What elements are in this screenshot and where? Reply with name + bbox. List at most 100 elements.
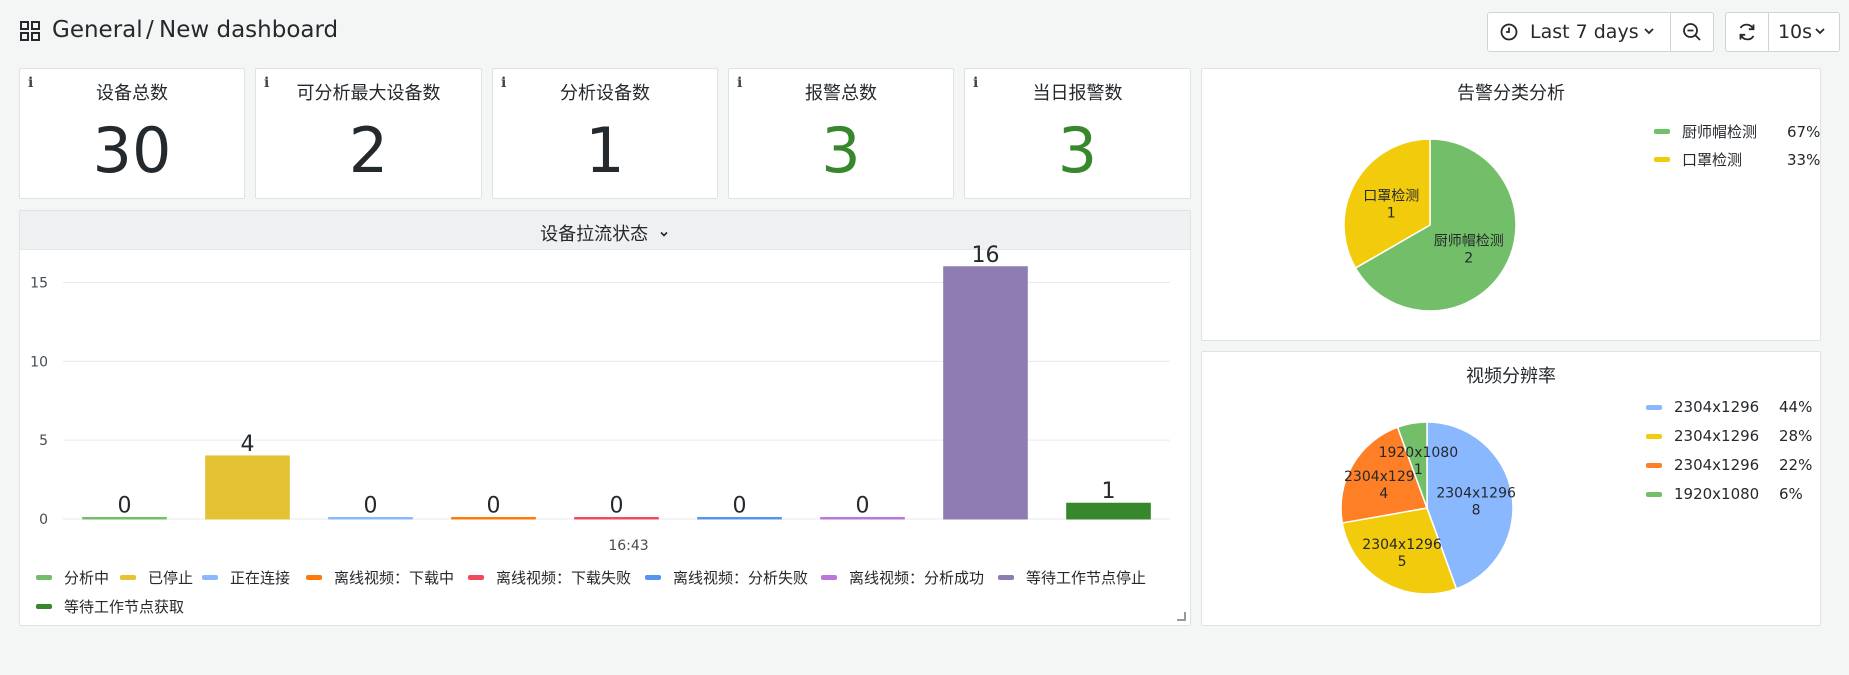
breadcrumb-separator: / (146, 17, 154, 43)
bar[interactable] (205, 455, 290, 520)
bar-value-label: 0 (856, 494, 870, 519)
legend-label: 离线视频：分析失败 (673, 569, 809, 587)
legend-item[interactable]: 厨师帽检测 67% (1654, 121, 1824, 142)
bar-value-label: 0 (364, 494, 378, 519)
alarm-category-panel[interactable]: 告警分类分析 厨师帽检测 2 口罩检测 1 厨师帽检测 67% 口罩检测 33% (1201, 68, 1821, 341)
pie-slice-name: 1920x1080 (1379, 445, 1459, 461)
legend-percent: 33% (1787, 150, 1821, 169)
x-tick-label: 16:43 (608, 538, 648, 554)
video-resolution-panel[interactable]: 视频分辨率 2304x1296 8 2304x1296 5 2304x1296 4 1920… (1201, 351, 1821, 626)
pie-slice-value: 2 (1464, 250, 1473, 266)
legend-label: 等待工作节点停止 (1026, 569, 1147, 587)
zoom-out-button[interactable] (1670, 12, 1714, 52)
legend-percent: 44% (1779, 398, 1813, 416)
legend-item[interactable]: 等待工作节点获取 (36, 596, 184, 617)
stat-title: 当日报警数 (1032, 83, 1123, 104)
stat-panel-alarm-total[interactable]: i 报警总数 3 (728, 68, 954, 199)
legend-item[interactable]: 分析中 (36, 567, 109, 588)
device-stream-status-panel[interactable]: 设备拉流状态 0 5 10 15 0 4 0 0 0 0 0 16 1 16:43 分析中 已停止 正在连接离… (19, 210, 1191, 626)
pie-slice-name: 厨师帽检测 (1434, 233, 1504, 249)
time-range-picker[interactable]: Last 7 days (1487, 12, 1671, 52)
legend-label: 口罩检测 (1682, 151, 1743, 169)
bar[interactable] (943, 266, 1028, 520)
y-tick-label: 10 (30, 354, 48, 370)
bar-value-label: 0 (118, 494, 132, 519)
stat-title: 报警总数 (805, 83, 877, 104)
clock-icon (1500, 23, 1518, 41)
legend-swatch (1654, 129, 1670, 134)
stat-panel-today-alarms[interactable]: i 当日报警数 3 (964, 68, 1191, 199)
resize-handle[interactable] (1177, 612, 1186, 621)
legend-item[interactable]: 2304x1296 44% (1646, 398, 1816, 416)
stat-value: 3 (821, 114, 861, 187)
pie-slice-name: 2304x1296 (1436, 485, 1516, 501)
y-tick-label: 15 (30, 276, 48, 292)
legend-item[interactable]: 1920x1080 6% (1646, 485, 1816, 503)
legend-swatch (468, 575, 484, 580)
legend-label: 离线视频：下载失败 (496, 569, 632, 587)
legend-swatch (1646, 462, 1662, 468)
legend-item[interactable]: 离线视频：下载失败 (468, 567, 631, 588)
legend-item[interactable]: 2304x1296 22% (1646, 456, 1816, 474)
refresh-button[interactable] (1725, 12, 1769, 52)
zoom-out-icon (1683, 23, 1701, 41)
legend-swatch (306, 575, 322, 580)
breadcrumb-folder[interactable]: General (52, 17, 143, 43)
stat-panel-max-analyzable[interactable]: i 可分析最大设备数 2 (255, 68, 482, 199)
top-bar: General / New dashboard Last 7 days 10s (0, 0, 1849, 64)
legend-swatch (36, 604, 52, 609)
y-tick-label: 5 (39, 433, 48, 449)
legend-swatch (1654, 157, 1670, 162)
legend-label: 2304x1296 (1674, 398, 1760, 416)
legend-swatch (120, 575, 136, 580)
bar-value-label: 0 (733, 494, 747, 519)
dashboard-title[interactable]: New dashboard (159, 17, 338, 43)
bar-value-label: 0 (610, 494, 624, 519)
pie-slice-value: 8 (1472, 502, 1481, 518)
pie-slice-value: 4 (1379, 486, 1388, 502)
alarm-pie-chart: 厨师帽检测2 口罩检测1 (1343, 138, 1517, 312)
refresh-interval-label: 10s (1777, 21, 1813, 43)
legend-percent: 67% (1787, 122, 1821, 141)
legend-item[interactable]: 正在连接 (202, 567, 290, 588)
stat-panel-analyzing-devices[interactable]: i 分析设备数 1 (492, 68, 718, 199)
stat-title: 可分析最大设备数 (296, 83, 441, 104)
legend-swatch (1646, 433, 1662, 439)
stat-title: 设备总数 (96, 83, 168, 104)
pie-slice-name: 口罩检测 (1363, 189, 1419, 205)
legend-swatch (1646, 404, 1662, 410)
bar-chart: 0 5 10 15 0 4 0 0 0 0 0 16 1 16:43 (30, 243, 1170, 554)
legend-item[interactable]: 等待工作节点停止 (998, 567, 1146, 588)
legend-label: 2304x1296 (1674, 456, 1760, 474)
legend-item[interactable]: 2304x1296 28% (1646, 427, 1816, 445)
legend-swatch (36, 575, 52, 580)
bar-value-label: 16 (972, 243, 1000, 268)
legend-item[interactable]: 口罩检测 33% (1654, 149, 1824, 170)
pie-slice-value: 5 (1398, 554, 1407, 570)
legend-swatch (202, 575, 218, 580)
legend-swatch (645, 575, 661, 580)
legend-percent: 28% (1779, 427, 1813, 445)
bar[interactable] (1066, 502, 1151, 520)
legend-item[interactable]: 离线视频：分析成功 (821, 567, 984, 588)
stat-value: 1 (585, 114, 625, 187)
refresh-icon (1739, 23, 1755, 41)
pie-slice-name: 2304x1296 (1344, 469, 1424, 485)
stat-title: 分析设备数 (560, 83, 650, 104)
bar-value-label: 4 (241, 432, 255, 457)
legend-label: 离线视频：分析成功 (849, 569, 985, 587)
legend-percent: 6% (1779, 485, 1803, 503)
stat-panel-device-total[interactable]: i 设备总数 30 (19, 68, 245, 199)
bar-value-label: 0 (487, 494, 501, 519)
legend-item[interactable]: 离线视频：分析失败 (645, 567, 808, 588)
pie-slice-value: 1 (1387, 206, 1396, 222)
legend-item[interactable]: 离线视频：下载中 (306, 567, 454, 588)
chevron-down-icon (1815, 28, 1825, 35)
legend-percent: 22% (1779, 456, 1813, 474)
legend-label: 1920x1080 (1674, 485, 1760, 503)
legend-swatch (998, 575, 1014, 580)
legend-swatch (821, 575, 837, 580)
refresh-interval-picker[interactable]: 10s (1768, 12, 1840, 52)
pie-slice-name: 2304x1296 (1362, 537, 1442, 553)
legend-item[interactable]: 已停止 (120, 567, 193, 588)
